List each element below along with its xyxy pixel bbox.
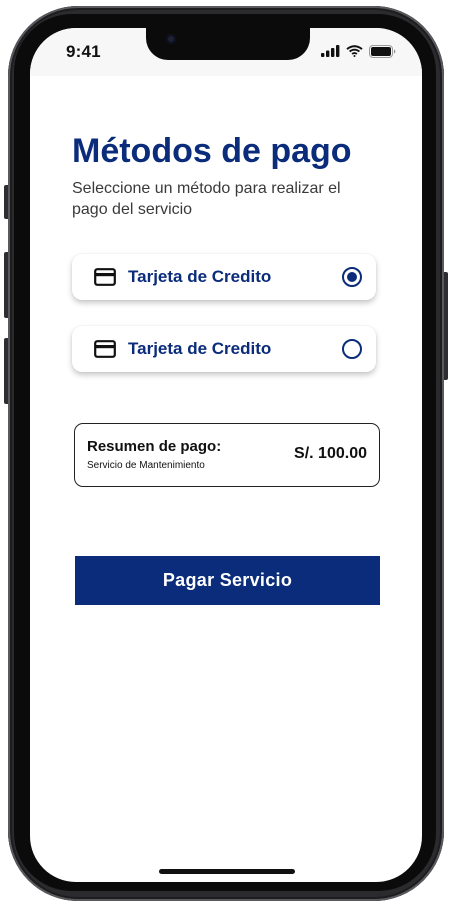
battery-icon xyxy=(369,44,396,58)
radio-selected-dot xyxy=(347,272,357,282)
payment-summary: Resumen de pago: Servicio de Mantenimien… xyxy=(74,423,380,487)
payment-method-label: Tarjeta de Credito xyxy=(128,267,272,286)
status-icons xyxy=(321,43,396,59)
page-subtitle: Seleccione un método para realizar el pa… xyxy=(72,180,341,218)
wifi-icon xyxy=(346,45,363,57)
status-time: 9:41 xyxy=(66,42,101,61)
home-indicator xyxy=(159,869,295,874)
front-camera xyxy=(166,34,176,44)
cellular-signal-icon xyxy=(321,45,340,57)
radio-button-selected[interactable] xyxy=(342,267,362,287)
summary-title: Resumen de pago: xyxy=(87,438,222,455)
notch xyxy=(146,28,310,60)
payment-method-option-2[interactable]: Tarjeta de Credito xyxy=(72,326,376,372)
summary-service: Servicio de Mantenimiento xyxy=(87,460,205,471)
page-title: Métodos de pago xyxy=(72,132,352,170)
screen: 9:41 Métodos de pago Seleccione un métod… xyxy=(30,28,422,882)
pay-service-button[interactable]: Pagar Servicio xyxy=(75,556,380,605)
credit-card-icon xyxy=(94,340,116,358)
radio-button-unselected[interactable] xyxy=(342,339,362,359)
payment-method-label: Tarjeta de Credito xyxy=(128,339,272,358)
payment-method-option-1[interactable]: Tarjeta de Credito xyxy=(72,254,376,300)
summary-amount: S/. 100.00 xyxy=(294,445,367,462)
status-bar: 9:41 xyxy=(30,28,422,76)
credit-card-icon xyxy=(94,268,116,286)
phone-mockup: 9:41 Métodos de pago Seleccione un métod… xyxy=(0,0,450,905)
